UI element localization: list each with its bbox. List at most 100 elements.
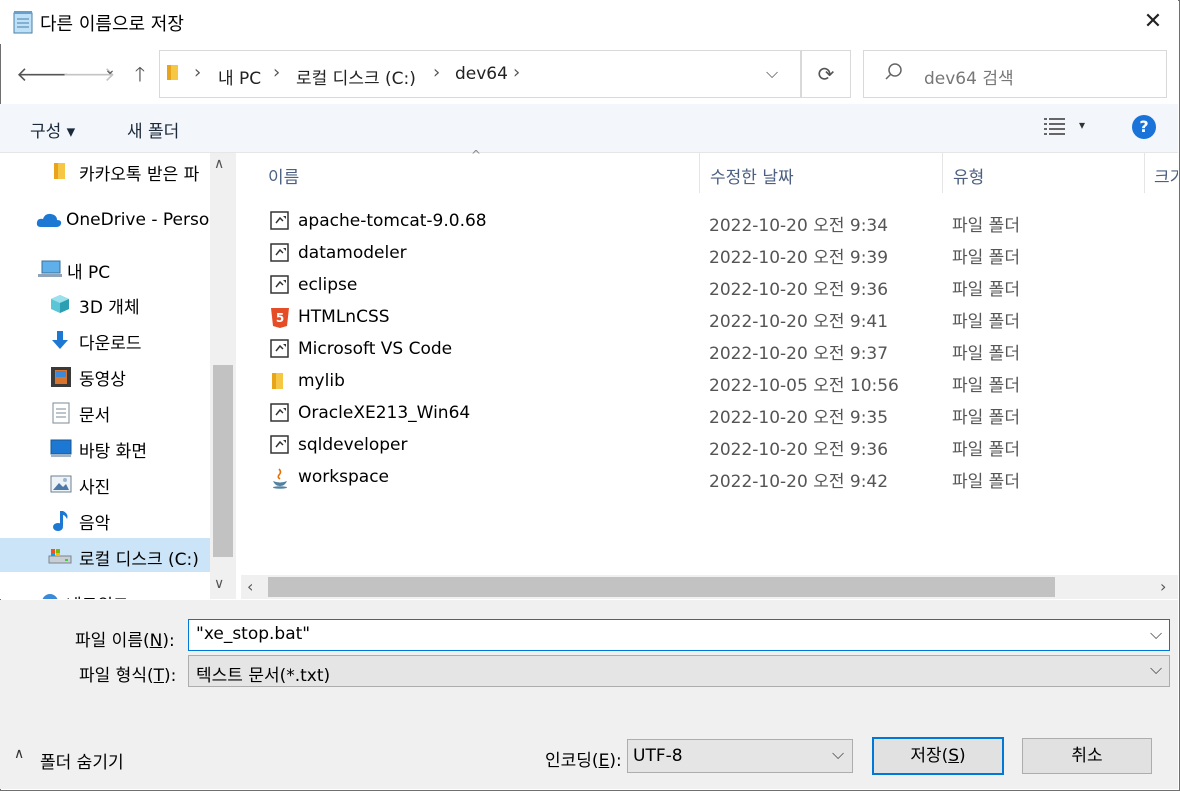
folder-icon (52, 161, 72, 181)
file-row[interactable]: mylib 2022-10-05 오전 10:56 파일 폴더 (260, 365, 1178, 397)
sort-ascending-icon: ^ (471, 148, 482, 162)
file-row[interactable]: 5 HTMLnCSS 2022-10-20 오전 9:41 파일 폴더 (260, 301, 1178, 333)
nav-item-label: 다운로드 (79, 334, 142, 354)
nav-item-onedrive[interactable]: OneDrive - Persor (0, 203, 216, 237)
organize-menu[interactable]: 구성 ▾ (30, 117, 75, 142)
file-name: HTMLnCSS (298, 307, 390, 327)
file-date: 2022-10-20 오전 9:42 (709, 472, 889, 492)
nav-item-network[interactable]: 네트워크 (0, 584, 210, 599)
column-header-type[interactable]: 유형 (953, 163, 984, 188)
svg-text:5: 5 (276, 311, 284, 325)
computer-icon (38, 259, 64, 279)
hide-folders-button[interactable]: 폴더 숨기기 (40, 748, 124, 773)
filetype-select[interactable] (188, 655, 1170, 687)
encoding-dropdown-chevron-icon[interactable]: ⌵ (832, 744, 844, 764)
file-row[interactable]: OracleXE213_Win64 2022-10-20 오전 9:35 파일 … (260, 397, 1178, 429)
breadcrumb-separator-icon[interactable]: › (194, 62, 201, 83)
save-button[interactable]: 저장(S) (872, 737, 1004, 775)
shortcut-folder-icon (270, 211, 290, 231)
new-folder-button[interactable]: 새 폴더 (127, 117, 179, 142)
filename-value: "xe_stop.bat" (196, 624, 311, 644)
shortcut-folder-icon (270, 435, 290, 455)
close-button[interactable]: ✕ (1130, 4, 1176, 40)
column-divider[interactable] (942, 153, 943, 193)
breadcrumb-local-disk[interactable]: 로컬 디스크 (C:) (296, 64, 416, 89)
back-arrow-icon[interactable]: 🡐 (16, 62, 70, 86)
file-name: eclipse (298, 275, 358, 295)
shortcut-folder-icon (270, 243, 290, 263)
nav-item-desktop[interactable]: 바탕 화면 (0, 430, 210, 464)
file-type: 파일 폴더 (952, 440, 1020, 460)
recent-locations-chevron-icon[interactable]: ⌄ (102, 62, 118, 78)
filename-label: 파일 이름(N): (75, 631, 175, 651)
nav-item-documents[interactable]: 문서 (0, 394, 210, 428)
breadcrumb-separator-icon[interactable]: › (513, 62, 520, 83)
nav-item-label: 3D 개체 (79, 298, 140, 318)
refresh-button[interactable]: ⟳ (801, 50, 851, 98)
breadcrumb-this-pc[interactable]: 내 PC (218, 64, 261, 89)
file-row[interactable]: Microsoft VS Code 2022-10-20 오전 9:37 파일 … (260, 333, 1178, 365)
column-header-size[interactable]: 크기 (1154, 163, 1178, 188)
view-dropdown-chevron-icon[interactable]: ▾ (1079, 118, 1085, 132)
nav-scrollbar-thumb[interactable] (213, 365, 233, 557)
nav-item-kakaotalk[interactable]: 카카오톡 받은 파 (0, 153, 210, 187)
address-dropdown-chevron-icon[interactable]: ⌵ (766, 63, 778, 83)
encoding-label: 인코딩(E): (545, 751, 622, 771)
nav-item-label: OneDrive - Persor (66, 210, 217, 230)
breadcrumb-dev64[interactable]: dev64 (455, 64, 508, 84)
music-icon (52, 510, 72, 531)
picture-icon (50, 474, 72, 494)
column-divider[interactable] (1144, 153, 1145, 193)
column-divider[interactable] (699, 153, 700, 193)
forward-arrow-icon[interactable]: 🡒 (62, 62, 116, 86)
file-type: 파일 폴더 (952, 376, 1020, 396)
scroll-left-arrow-icon[interactable]: ‹ (247, 577, 253, 596)
nav-item-this-pc[interactable]: 내 PC (0, 251, 210, 285)
java-icon (270, 467, 290, 489)
horizontal-scrollbar-thumb[interactable] (268, 577, 1055, 597)
file-name: sqldeveloper (298, 435, 408, 455)
breadcrumb-separator-icon[interactable]: › (273, 62, 280, 83)
nav-item-downloads[interactable]: 다운로드 (0, 322, 210, 356)
file-type: 파일 폴더 (952, 280, 1020, 300)
network-icon (38, 592, 62, 599)
nav-item-label: 네트워크 (66, 591, 129, 599)
filename-input[interactable] (188, 619, 1170, 651)
scroll-up-arrow-icon[interactable]: ∧ (214, 156, 224, 172)
file-date: 2022-10-20 오전 9:34 (709, 216, 889, 236)
filename-dropdown-chevron-icon[interactable]: ⌵ (1150, 624, 1162, 644)
file-type: 파일 폴더 (952, 408, 1020, 428)
file-row[interactable]: apache-tomcat-9.0.68 2022-10-20 오전 9:34 … (260, 205, 1178, 237)
nav-item-pictures[interactable]: 사진 (0, 466, 210, 500)
file-row[interactable]: eclipse 2022-10-20 오전 9:36 파일 폴더 (260, 269, 1178, 301)
search-input[interactable] (863, 50, 1167, 98)
scroll-right-arrow-icon[interactable]: › (1160, 577, 1166, 596)
nav-item-label: 내 PC (67, 263, 111, 283)
cube-icon (50, 294, 70, 314)
nav-item-videos[interactable]: 동영상 (0, 358, 210, 392)
search-icon (884, 62, 904, 82)
file-row[interactable]: datamodeler 2022-10-20 오전 9:39 파일 폴더 (260, 237, 1178, 269)
file-row[interactable]: workspace 2022-10-20 오전 9:42 파일 폴더 (260, 461, 1178, 493)
file-row[interactable]: sqldeveloper 2022-10-20 오전 9:36 파일 폴더 (260, 429, 1178, 461)
column-header-date[interactable]: 수정한 날짜 (710, 163, 794, 188)
nav-item-label: 로컬 디스크 (C:) (79, 550, 199, 570)
cancel-button[interactable]: 취소 (1022, 738, 1152, 774)
encoding-value: UTF-8 (633, 746, 683, 766)
filetype-label: 파일 형식(T): (79, 666, 177, 686)
nav-item-local-disk[interactable]: 로컬 디스크 (C:) (0, 538, 210, 572)
chevron-up-icon[interactable]: ∧ (14, 746, 24, 762)
file-type: 파일 폴더 (952, 248, 1020, 268)
column-header-name[interactable]: 이름 (268, 163, 299, 188)
nav-item-label: 사진 (79, 478, 111, 498)
filetype-dropdown-chevron-icon[interactable]: ⌵ (1150, 659, 1162, 679)
nav-item-music[interactable]: 음악 (0, 502, 210, 536)
view-options-icon[interactable] (1044, 116, 1066, 136)
up-arrow-icon[interactable]: 🡑 (127, 60, 153, 94)
filetype-value: 텍스트 문서(*.txt) (196, 666, 331, 686)
file-type: 파일 폴더 (952, 312, 1020, 332)
scroll-down-arrow-icon[interactable]: ∨ (214, 576, 224, 592)
nav-item-3d-objects[interactable]: 3D 개체 (0, 286, 210, 320)
breadcrumb-separator-icon[interactable]: › (433, 62, 440, 83)
help-button[interactable]: ? (1132, 115, 1156, 139)
